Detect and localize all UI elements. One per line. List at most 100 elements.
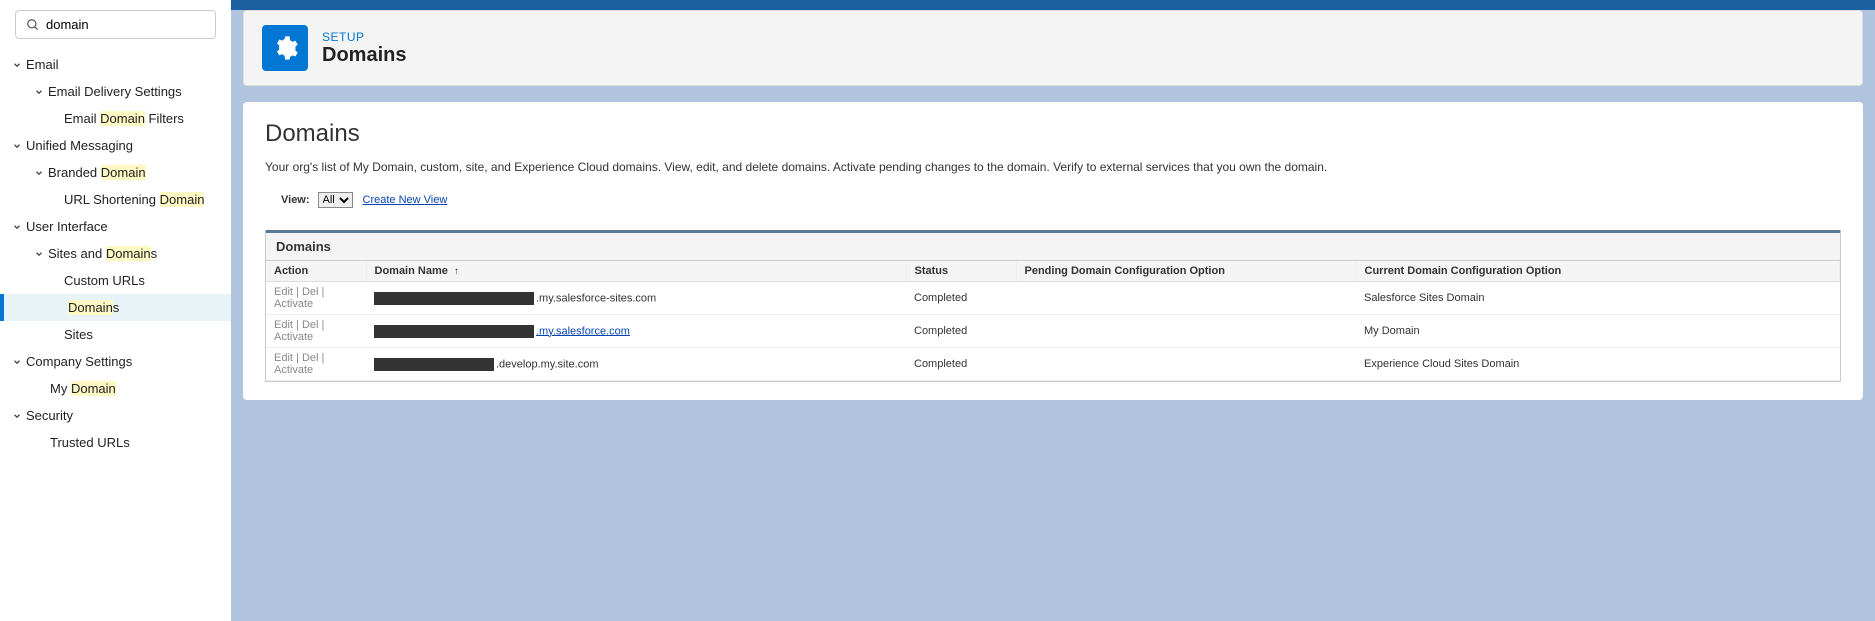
status-cell: Completed bbox=[906, 315, 1016, 348]
tree-item[interactable]: Branded Domain bbox=[0, 159, 231, 186]
tree-item-label: URL Shortening Domain bbox=[64, 192, 204, 207]
pending-cell bbox=[1016, 282, 1356, 315]
page-header: SETUP Domains bbox=[243, 10, 1863, 86]
search-icon bbox=[26, 18, 40, 32]
tree-item-label: Branded Domain bbox=[48, 165, 146, 180]
current-cell: My Domain bbox=[1356, 315, 1840, 348]
page-heading: Domains bbox=[265, 120, 1841, 148]
domain-name-cell: .my.salesforce.com bbox=[366, 315, 906, 348]
main-area: SETUP Domains Domains Your org's list of… bbox=[231, 0, 1875, 621]
tree-item-label: Sites and Domains bbox=[48, 246, 157, 261]
content-panel: Domains Your org's list of My Domain, cu… bbox=[243, 102, 1863, 400]
col-domain-name[interactable]: Domain Name↑ bbox=[366, 261, 906, 282]
chevron-down-icon bbox=[8, 222, 26, 232]
tree-item-label: Sites bbox=[64, 327, 93, 342]
gear-icon-box bbox=[262, 25, 308, 71]
chevron-down-icon bbox=[30, 168, 48, 178]
setup-label: SETUP bbox=[322, 30, 406, 44]
tree-item-label: Email bbox=[26, 57, 59, 72]
tree-item-label: User Interface bbox=[26, 219, 108, 234]
activate-action[interactable]: Activate bbox=[274, 364, 313, 376]
quick-find-input[interactable] bbox=[46, 17, 205, 32]
chevron-down-icon bbox=[8, 60, 26, 70]
tree-item[interactable]: Company Settings bbox=[0, 348, 231, 375]
domain-name-cell: .develop.my.site.com bbox=[366, 348, 906, 381]
domains-table-title: Domains bbox=[266, 233, 1840, 261]
tree-item[interactable]: Security bbox=[0, 402, 231, 429]
table-row: Edit | Del | Activate .my.salesforce.com C… bbox=[266, 315, 1840, 348]
sort-asc-icon: ↑ bbox=[454, 266, 459, 277]
tree-item-label: Custom URLs bbox=[64, 273, 145, 288]
col-action[interactable]: Action bbox=[266, 261, 366, 282]
tree-item[interactable]: Sites and Domains bbox=[0, 240, 231, 267]
page-title: Domains bbox=[322, 44, 406, 67]
view-label: View: bbox=[281, 194, 310, 206]
tree-item-label: Trusted URLs bbox=[50, 435, 130, 450]
chevron-down-icon bbox=[30, 249, 48, 259]
setup-tree: Email Email Delivery Settings Email Domain… bbox=[0, 51, 231, 456]
edit-action[interactable]: Edit bbox=[274, 286, 293, 298]
top-blue-strip bbox=[231, 0, 1875, 10]
chevron-down-icon bbox=[8, 357, 26, 367]
chevron-down-icon bbox=[8, 411, 26, 421]
table-header-row: Action Domain Name↑ Status Pending Domai… bbox=[266, 261, 1840, 282]
status-cell: Completed bbox=[906, 348, 1016, 381]
tree-item-label: My Domain bbox=[50, 381, 116, 396]
activate-action[interactable]: Activate bbox=[274, 331, 313, 343]
tree-item-label: Domains bbox=[68, 300, 119, 315]
tree-item[interactable]: Custom URLs bbox=[0, 267, 231, 294]
col-status[interactable]: Status bbox=[906, 261, 1016, 282]
tree-item[interactable]: Trusted URLs bbox=[0, 429, 231, 456]
del-action[interactable]: Del bbox=[302, 352, 319, 364]
status-cell: Completed bbox=[906, 282, 1016, 315]
domain-suffix: .my.salesforce-sites.com bbox=[536, 292, 656, 304]
row-actions: Edit | Del | Activate bbox=[266, 348, 366, 381]
tree-item-label: Unified Messaging bbox=[26, 138, 133, 153]
view-select[interactable]: All bbox=[318, 192, 353, 208]
tree-item[interactable]: Unified Messaging bbox=[0, 132, 231, 159]
tree-item[interactable]: Sites bbox=[0, 321, 231, 348]
current-cell: Salesforce Sites Domain bbox=[1356, 282, 1840, 315]
pending-cell bbox=[1016, 315, 1356, 348]
setup-sidebar: Email Email Delivery Settings Email Domain… bbox=[0, 0, 231, 621]
del-action[interactable]: Del bbox=[302, 286, 319, 298]
domains-table: Action Domain Name↑ Status Pending Domai… bbox=[266, 261, 1840, 381]
pending-cell bbox=[1016, 348, 1356, 381]
domain-link[interactable]: .my.salesforce.com bbox=[536, 325, 630, 337]
chevron-down-icon bbox=[8, 141, 26, 151]
tree-item-label: Email Domain Filters bbox=[64, 111, 184, 126]
redacted-text bbox=[374, 292, 534, 305]
activate-action[interactable]: Activate bbox=[274, 298, 313, 310]
tree-item[interactable]: Email Domain Filters bbox=[0, 105, 231, 132]
redacted-text bbox=[374, 325, 534, 338]
row-actions: Edit | Del | Activate bbox=[266, 315, 366, 348]
row-actions: Edit | Del | Activate bbox=[266, 282, 366, 315]
tree-item[interactable]: URL Shortening Domain bbox=[0, 186, 231, 213]
edit-action[interactable]: Edit bbox=[274, 352, 293, 364]
gear-icon bbox=[271, 34, 299, 62]
col-pending[interactable]: Pending Domain Configuration Option bbox=[1016, 261, 1356, 282]
view-selector-row: View: All Create New View bbox=[281, 192, 1841, 208]
quick-find-box[interactable] bbox=[15, 10, 216, 39]
tree-item-label: Company Settings bbox=[26, 354, 132, 369]
tree-item-selected[interactable]: Domains bbox=[0, 294, 231, 321]
edit-action[interactable]: Edit bbox=[274, 319, 293, 331]
table-row: Edit | Del | Activate .develop.my.site.co… bbox=[266, 348, 1840, 381]
tree-item[interactable]: Email Delivery Settings bbox=[0, 78, 231, 105]
tree-item[interactable]: User Interface bbox=[0, 213, 231, 240]
table-row: Edit | Del | Activate .my.salesforce-site… bbox=[266, 282, 1840, 315]
domain-name-cell: .my.salesforce-sites.com bbox=[366, 282, 906, 315]
tree-item-label: Security bbox=[26, 408, 73, 423]
page-description: Your org's list of My Domain, custom, si… bbox=[265, 160, 1841, 174]
domains-table-section: Domains Action Domain Name↑ Status Pendi… bbox=[265, 230, 1841, 382]
chevron-down-icon bbox=[30, 87, 48, 97]
tree-item[interactable]: Email bbox=[0, 51, 231, 78]
domain-suffix: .develop.my.site.com bbox=[496, 358, 599, 370]
tree-item-label: Email Delivery Settings bbox=[48, 84, 182, 99]
tree-item[interactable]: My Domain bbox=[0, 375, 231, 402]
create-new-view-link[interactable]: Create New View bbox=[363, 194, 448, 206]
col-current[interactable]: Current Domain Configuration Option bbox=[1356, 261, 1840, 282]
del-action[interactable]: Del bbox=[302, 319, 319, 331]
current-cell: Experience Cloud Sites Domain bbox=[1356, 348, 1840, 381]
redacted-text bbox=[374, 358, 494, 371]
